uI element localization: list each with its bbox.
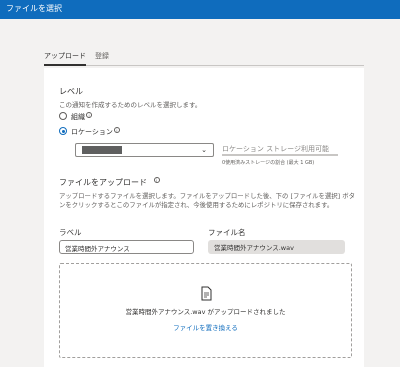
chevron-down-icon[interactable]: ⌄ [201,146,207,154]
tab-register[interactable]: 登録 [95,51,109,61]
upload-heading-text: ファイルをアップロード [59,178,147,187]
upload-heading: ファイルをアップロード i [59,177,160,188]
radio-organization-label[interactable]: 組織 i [71,112,92,122]
label-field-label: ラベル [59,228,82,237]
filename-readonly: 営業時間外アナウンス.wav [208,240,345,254]
location-value-redacted [82,146,122,154]
radio-location-text: ロケーション [71,128,113,136]
document-icon [201,286,212,301]
storage-label: ロケーション ストレージ利用可能 [222,145,329,153]
radio-organization-text: 組織 [71,113,85,121]
radio-selected-dot [61,129,65,133]
tab-bar: アップロード 登録 [44,50,364,66]
radio-location-label[interactable]: ロケーション i [71,127,120,137]
storage-usage-bar [222,154,338,156]
replace-file-link[interactable]: ファイルを置き換える [59,322,352,332]
radio-location[interactable] [59,127,67,135]
radio-organization[interactable] [59,112,67,120]
upload-description: アップロードするファイルを選択します。ファイルをアップロードした後、下の [ファ… [59,192,355,209]
info-icon[interactable]: i [86,112,92,118]
filename-field-label: ファイル名 [208,228,246,237]
title-bar: ファイルを選択 [0,0,400,19]
tab-upload[interactable]: アップロード [44,51,86,61]
upload-success-message: 営業時間外アナウンス.wav がアップロードされました [125,308,286,316]
storage-note: 0使用済みストレージの割合 (最大 1 GB) [222,160,315,166]
active-tab-indicator [44,64,86,66]
info-icon[interactable]: i [113,127,120,133]
info-icon[interactable]: i [153,177,160,183]
level-description: この通知を作成するためのレベルを選択します。 [59,101,202,109]
level-heading: レベル [59,87,83,96]
window-title: ファイルを選択 [6,4,62,13]
location-dropdown[interactable]: ⌄ [75,143,214,157]
label-input[interactable]: 営業時間外アナウンス [59,240,194,254]
